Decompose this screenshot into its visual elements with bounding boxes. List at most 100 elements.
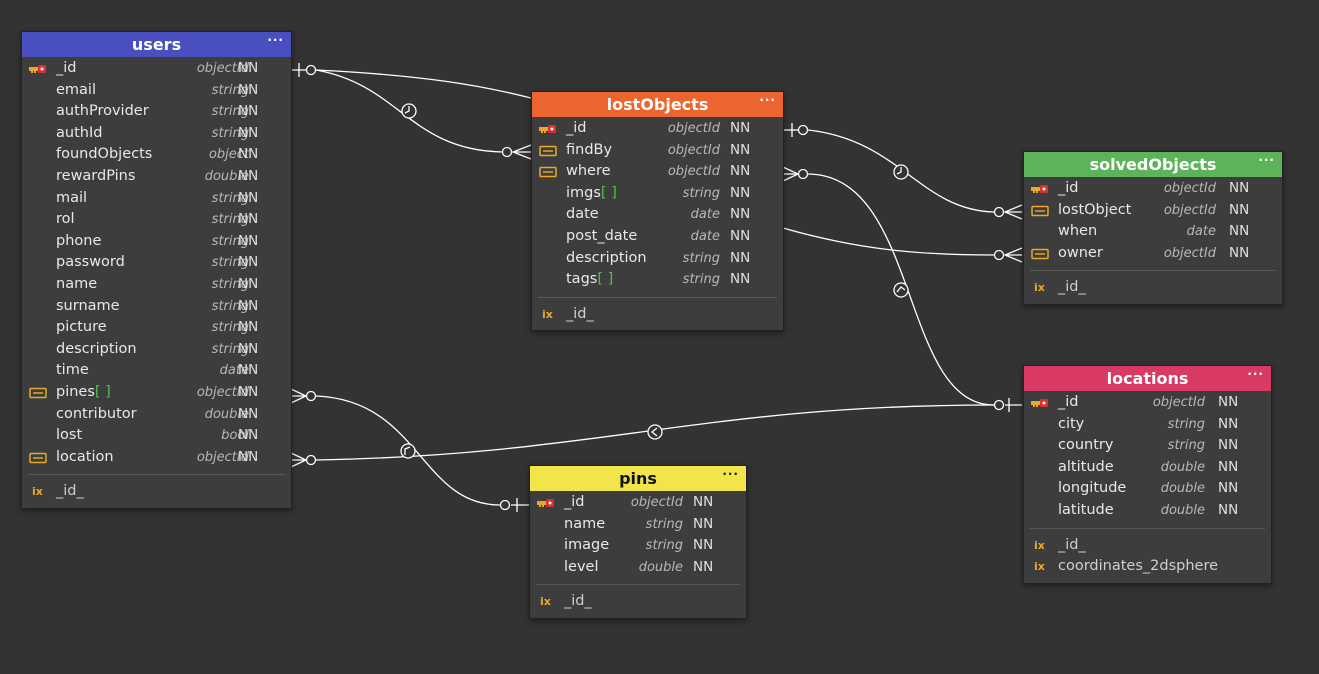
table-title: pins <box>619 469 657 488</box>
index-row[interactable]: ix _id_ <box>1024 535 1271 557</box>
field-name: level <box>564 558 599 575</box>
field-name: phone <box>56 232 102 249</box>
field-row[interactable]: contributor double NN <box>22 404 291 426</box>
field-row[interactable]: country string NN <box>1024 435 1271 457</box>
field-row[interactable]: _id objectId NN <box>530 492 746 514</box>
field-type: objectId <box>1152 395 1205 410</box>
field-name: _id <box>566 120 587 136</box>
index-icon: ix <box>32 485 43 499</box>
field-row[interactable]: when date NN <box>1024 221 1282 243</box>
field-row[interactable]: lost bool NN <box>22 425 291 447</box>
field-type: objectId <box>667 121 720 136</box>
field-row[interactable]: rol string NN <box>22 209 291 231</box>
field-row[interactable]: date date NN <box>532 204 783 226</box>
table-locations[interactable]: locations ··· _id objectId NN city string NN c… <box>1023 365 1272 584</box>
field-row[interactable]: where objectId NN <box>532 161 783 183</box>
field-row[interactable]: description string NN <box>22 339 291 361</box>
field-list: _id objectId NN email string NN authProvider st… <box>22 57 291 468</box>
field-row[interactable]: longitude double NN <box>1024 478 1271 500</box>
field-row[interactable]: _id objectId NN <box>532 118 783 140</box>
table-header[interactable]: locations ··· <box>1024 366 1271 391</box>
table-pins[interactable]: pins ··· _id objectId NN name string NN image s… <box>529 465 747 619</box>
index-row[interactable]: ix _id_ <box>1024 277 1282 299</box>
table-title: solvedObjects <box>1089 155 1217 174</box>
table-header[interactable]: users ··· <box>22 32 291 57</box>
field-row[interactable]: image string NN <box>530 535 746 557</box>
field-row[interactable]: time date NN <box>22 360 291 382</box>
field-row[interactable]: phone string NN <box>22 231 291 253</box>
not-null-flag: NN <box>693 537 714 554</box>
field-name: mail <box>56 189 88 206</box>
field-row[interactable]: post_date date NN <box>532 226 783 248</box>
field-name: altitude <box>1058 458 1114 475</box>
field-row[interactable]: latitude double NN <box>1024 500 1271 522</box>
foreign-key-icon <box>539 166 557 178</box>
field-row[interactable]: _id objectId NN <box>1024 392 1271 414</box>
primary-key-icon <box>537 497 555 509</box>
field-type: objectId <box>630 495 683 510</box>
table-solvedobjects[interactable]: solvedObjects ··· _id objectId NN lostObjec… <box>1023 151 1283 305</box>
index-row[interactable]: ix _id_ <box>22 481 291 503</box>
field-row[interactable]: description string NN <box>532 248 783 270</box>
not-null-flag: NN <box>730 120 751 136</box>
not-null-flag: NN <box>730 227 751 244</box>
table-header[interactable]: solvedObjects ··· <box>1024 152 1282 177</box>
index-row[interactable]: ix _id_ <box>530 591 746 613</box>
field-type: date <box>1186 224 1216 240</box>
field-row[interactable]: name string NN <box>22 274 291 296</box>
primary-key-icon <box>1031 397 1049 409</box>
not-null-flag: NN <box>238 189 259 206</box>
field-type: string <box>1167 416 1205 432</box>
field-row[interactable]: _id objectId NN <box>1024 178 1282 200</box>
field-row[interactable]: findBy objectId NN <box>532 140 783 162</box>
not-null-flag: NN <box>730 141 751 158</box>
table-title: locations <box>1106 369 1189 388</box>
divider <box>536 584 740 586</box>
field-row[interactable]: pines[ ] objectId NN <box>22 382 291 404</box>
field-row[interactable]: lostObject objectId NN <box>1024 200 1282 222</box>
field-row[interactable]: authId string NN <box>22 123 291 145</box>
field-row[interactable]: email string NN <box>22 80 291 102</box>
index-row[interactable]: ix coordinates_2dsphere <box>1024 556 1271 578</box>
not-null-flag: NN <box>693 515 714 532</box>
table-menu-button[interactable]: ··· <box>1258 148 1275 173</box>
field-row[interactable]: name string NN <box>530 514 746 536</box>
table-header[interactable]: lostObjects ··· <box>532 92 783 117</box>
field-row[interactable]: level double NN <box>530 557 746 579</box>
table-menu-button[interactable]: ··· <box>1247 362 1264 387</box>
table-menu-button[interactable]: ··· <box>267 28 284 53</box>
divider <box>1030 270 1276 272</box>
field-row[interactable]: location objectId NN <box>22 447 291 469</box>
field-row[interactable]: mail string NN <box>22 188 291 210</box>
field-row[interactable]: rewardPins double NN <box>22 166 291 188</box>
not-null-flag: NN <box>238 362 259 379</box>
foreign-key-icon <box>29 452 47 464</box>
field-row[interactable]: _id objectId NN <box>22 58 291 80</box>
field-row[interactable]: foundObjects object NN <box>22 144 291 166</box>
not-null-flag: NN <box>238 167 259 184</box>
field-row[interactable]: imgs[ ] string NN <box>532 183 783 205</box>
field-row[interactable]: surname string NN <box>22 296 291 318</box>
field-row[interactable]: altitude double NN <box>1024 457 1271 479</box>
primary-key-icon <box>539 123 557 135</box>
rel-users-lostobjects-a <box>315 69 532 99</box>
table-lostobjects[interactable]: lostObjects ··· _id objectId NN findBy objec… <box>531 91 784 331</box>
field-type: string <box>682 185 720 201</box>
field-row[interactable]: tags[ ] string NN <box>532 269 783 291</box>
field-row[interactable]: owner objectId NN <box>1024 243 1282 265</box>
field-name: foundObjects <box>56 146 153 163</box>
field-row[interactable]: password string NN <box>22 252 291 274</box>
field-row[interactable]: authProvider string NN <box>22 101 291 123</box>
index-row[interactable]: ix _id_ <box>532 304 783 326</box>
not-null-flag: NN <box>238 232 259 249</box>
table-menu-button[interactable]: ··· <box>722 462 739 487</box>
table-menu-button[interactable]: ··· <box>759 88 776 113</box>
table-users[interactable]: users ··· _id objectId NN email string NN auth… <box>21 31 292 509</box>
not-null-flag: NN <box>693 494 714 510</box>
field-row[interactable]: picture string NN <box>22 317 291 339</box>
foreign-key-icon <box>29 387 47 399</box>
not-null-flag: NN <box>238 297 259 314</box>
field-row[interactable]: city string NN <box>1024 414 1271 436</box>
not-null-flag: NN <box>238 405 259 422</box>
table-header[interactable]: pins ··· <box>530 466 746 491</box>
